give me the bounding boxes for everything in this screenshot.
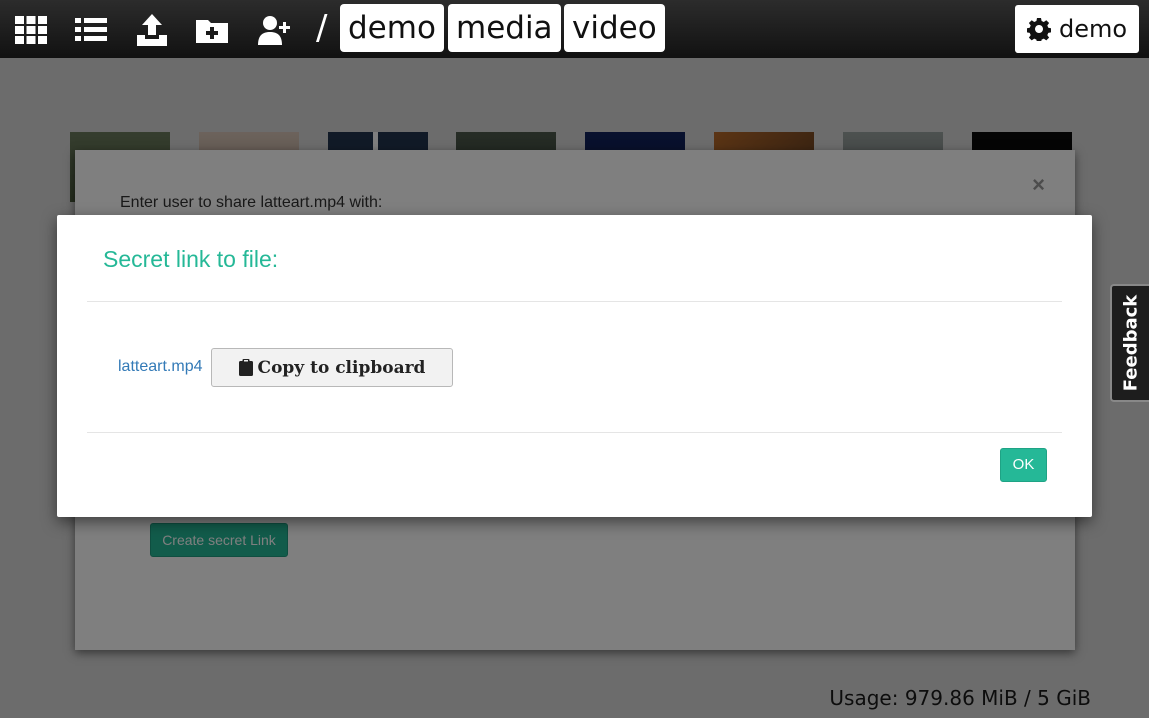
footer-divider [87, 432, 1062, 433]
gear-icon [1026, 18, 1051, 41]
secret-file-link[interactable]: latteart.mp4 [118, 358, 202, 376]
breadcrumb-media[interactable]: media [448, 4, 561, 52]
dialog-title: Secret link to file: [103, 246, 279, 272]
upload-icon[interactable] [134, 12, 170, 48]
add-user-icon[interactable] [256, 12, 292, 48]
breadcrumb-demo[interactable]: demo [340, 4, 444, 52]
feedback-label: Feedback [1120, 294, 1141, 392]
user-menu-button[interactable]: demo [1015, 5, 1139, 53]
grid-view-icon[interactable] [13, 12, 49, 48]
copy-button-label: Copy to clipboard [257, 357, 426, 378]
header-divider [87, 301, 1062, 302]
breadcrumb-separator: / [316, 8, 328, 48]
clipboard-icon [238, 359, 253, 376]
secret-link-dialog: Secret link to file: latteart.mp4 Copy t… [57, 215, 1092, 517]
breadcrumb-video[interactable]: video [564, 4, 665, 52]
ok-button[interactable]: OK [1000, 448, 1047, 482]
copy-to-clipboard-button[interactable]: Copy to clipboard [211, 348, 453, 387]
top-toolbar: / demo media video demo [0, 0, 1149, 58]
feedback-tab[interactable]: Feedback [1110, 284, 1149, 402]
user-menu-label: demo [1058, 15, 1128, 43]
list-view-icon[interactable] [73, 12, 109, 48]
new-folder-icon[interactable] [194, 12, 230, 48]
